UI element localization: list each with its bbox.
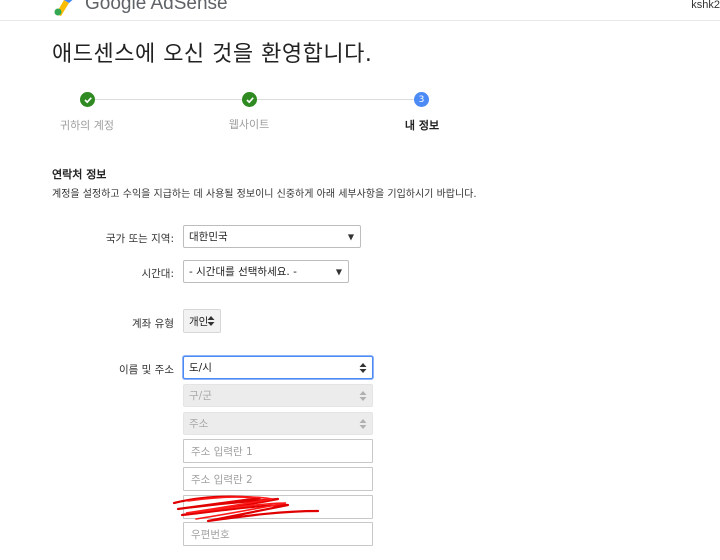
street-select[interactable]: 주소: [183, 412, 373, 435]
address-line-1-placeholder: 주소 입력란 1: [191, 445, 253, 458]
address-line-1-input[interactable]: 주소 입력란 1: [183, 439, 373, 463]
account-type-value: 개인: [189, 315, 209, 328]
address-line-2-placeholder: 주소 입력란 2: [191, 473, 253, 486]
district-select[interactable]: 구/군: [183, 384, 373, 407]
timezone-value: - 시간대를 선택하세요. -: [189, 266, 297, 278]
updown-arrows-icon: [359, 418, 367, 429]
account-type-select[interactable]: 개인: [183, 309, 221, 333]
country-label: 국가 또는 지역:: [105, 233, 174, 245]
chevron-down-icon: ▼: [347, 232, 354, 241]
timezone-label: 시간대:: [141, 268, 174, 280]
step-2-check-icon: [242, 92, 257, 107]
city-value: 도/시: [189, 362, 212, 374]
user-account[interactable]: kshk2: [691, 0, 720, 11]
redaction-scribble: [172, 495, 320, 523]
timezone-select[interactable]: - 시간대를 선택하세요. - ▼: [183, 260, 349, 283]
section-title: 연락처 정보: [52, 168, 107, 181]
step-label-my-info: 내 정보: [404, 119, 440, 132]
street-placeholder: 주소: [189, 418, 209, 430]
country-select[interactable]: 대한민국 ▼: [183, 225, 361, 248]
step-label-account: 귀하의 계정: [59, 119, 115, 132]
stepper-line: [95, 99, 243, 100]
name-address-label: 이름 및 주소: [119, 364, 174, 376]
country-value: 대한민국: [189, 231, 228, 243]
updown-arrows-icon: [207, 316, 215, 326]
stepper-line: [257, 99, 414, 100]
district-placeholder: 구/군: [189, 390, 212, 402]
step-3-current: 3: [414, 92, 429, 107]
chevron-down-icon: ▼: [335, 267, 342, 276]
updown-arrows-icon: [359, 362, 367, 373]
page-title: 애드센스에 오신 것을 환영합니다.: [52, 42, 373, 67]
updown-arrows-icon: [359, 390, 367, 401]
adsense-logo-icon: [54, 0, 73, 16]
step-1-check-icon: [80, 92, 95, 107]
address-line-2-input[interactable]: 주소 입력란 2: [183, 467, 373, 491]
section-description: 계정을 설정하고 수익을 지급하는 데 사용될 정보이니 신중하게 아래 세부사…: [52, 189, 477, 200]
city-select[interactable]: 도/시: [183, 356, 373, 379]
brand-title: Google AdSense: [85, 0, 228, 14]
account-type-label: 계좌 유형: [132, 318, 174, 330]
step-label-website: 웹사이트: [228, 118, 270, 131]
top-bar: Google AdSense kshk2: [0, 0, 720, 21]
